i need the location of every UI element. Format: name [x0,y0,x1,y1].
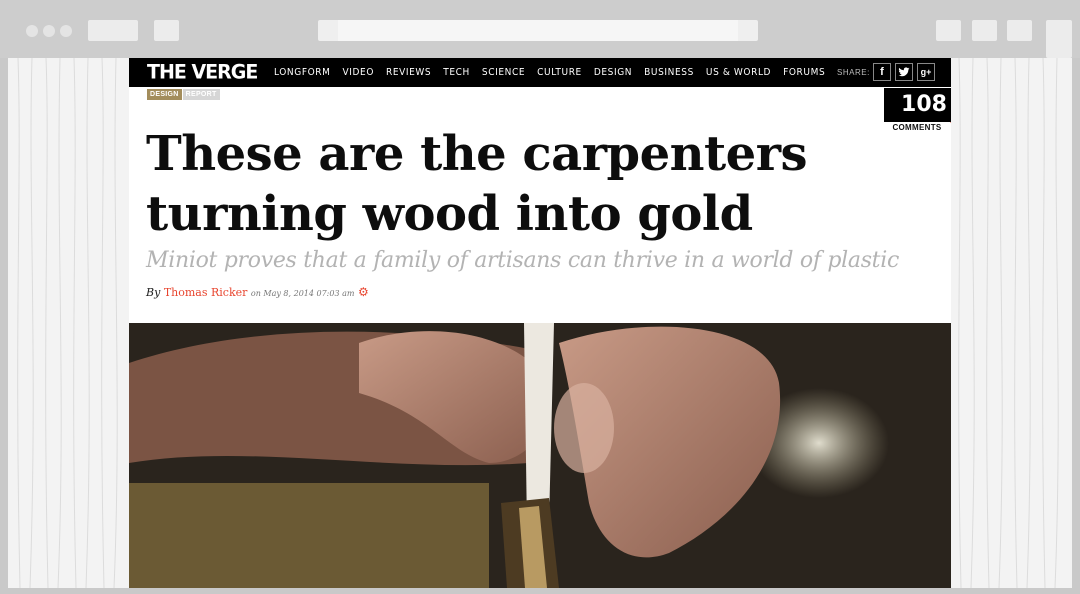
article-headline: These are the carpenters turning wood in… [146,124,826,244]
nav-item-forums[interactable]: FORUMS [783,67,825,78]
byline-by: By [146,286,161,299]
nav-item-culture[interactable]: CULTURE [537,67,582,78]
window-minimize-dot[interactable] [43,25,55,37]
browser-chrome [0,0,1080,58]
back-forward-buttons[interactable] [88,20,138,41]
nav-item-science[interactable]: SCIENCE [482,67,525,78]
headline-line-2: turning wood into gold [146,186,753,242]
headline-line-1: These are the carpenters [146,126,808,182]
article-tags: DESIGN REPORT [147,89,220,100]
hero-photo-illustration [129,323,951,588]
author-link[interactable]: Thomas Ricker [164,286,248,299]
tag-report[interactable]: REPORT [182,89,220,100]
nav-item-design[interactable]: DESIGN [594,67,632,78]
sidebar-button[interactable] [154,20,179,41]
google-plus-icon[interactable]: g+ [917,63,935,81]
comments-badge[interactable]: 108 COMMENTS [884,88,951,136]
site-nav: THE VERGE LONGFORM VIDEO REVIEWS TECH SC… [129,58,951,87]
comments-count[interactable]: 108 [884,88,951,122]
nav-item-tech[interactable]: TECH [443,67,470,78]
byline: By Thomas Ricker on May 8, 2014 07:03 am… [146,285,369,299]
share-button[interactable] [936,20,961,41]
publish-date: on May 8, 2014 07:03 am [250,289,355,298]
wood-grain-left [17,58,118,588]
nav-item-video[interactable]: VIDEO [343,67,375,78]
tag-design[interactable]: DESIGN [147,89,182,100]
new-tab-button[interactable] [1007,20,1032,41]
facebook-icon[interactable]: f [873,63,891,81]
nav-item-longform[interactable]: LONGFORM [274,67,331,78]
gear-icon[interactable]: ⚙ [358,285,369,299]
nav-menu: LONGFORM VIDEO REVIEWS TECH SCIENCE CULT… [274,67,837,78]
window-close-dot[interactable] [26,25,38,37]
article-page: THE VERGE LONGFORM VIDEO REVIEWS TECH SC… [129,58,951,588]
extension-button[interactable] [1046,20,1072,58]
nav-item-reviews[interactable]: REVIEWS [386,67,431,78]
wood-grain-right [958,58,1059,588]
browser-viewport: THE VERGE LONGFORM VIDEO REVIEWS TECH SC… [8,58,1072,588]
nav-item-us-world[interactable]: US & WORLD [706,67,771,78]
comments-corner-icon [950,122,951,134]
share-label: SHARE: [837,68,870,77]
address-bar[interactable] [318,20,758,41]
article-subhead: Miniot proves that a family of artisans … [146,248,899,273]
nav-item-business[interactable]: BUSINESS [644,67,694,78]
window-zoom-dot[interactable] [60,25,72,37]
tabs-button[interactable] [972,20,997,41]
twitter-icon[interactable] [895,63,913,81]
comments-label[interactable]: COMMENTS [884,123,950,132]
site-logo[interactable]: THE VERGE [147,60,258,83]
hero-image [129,323,951,588]
